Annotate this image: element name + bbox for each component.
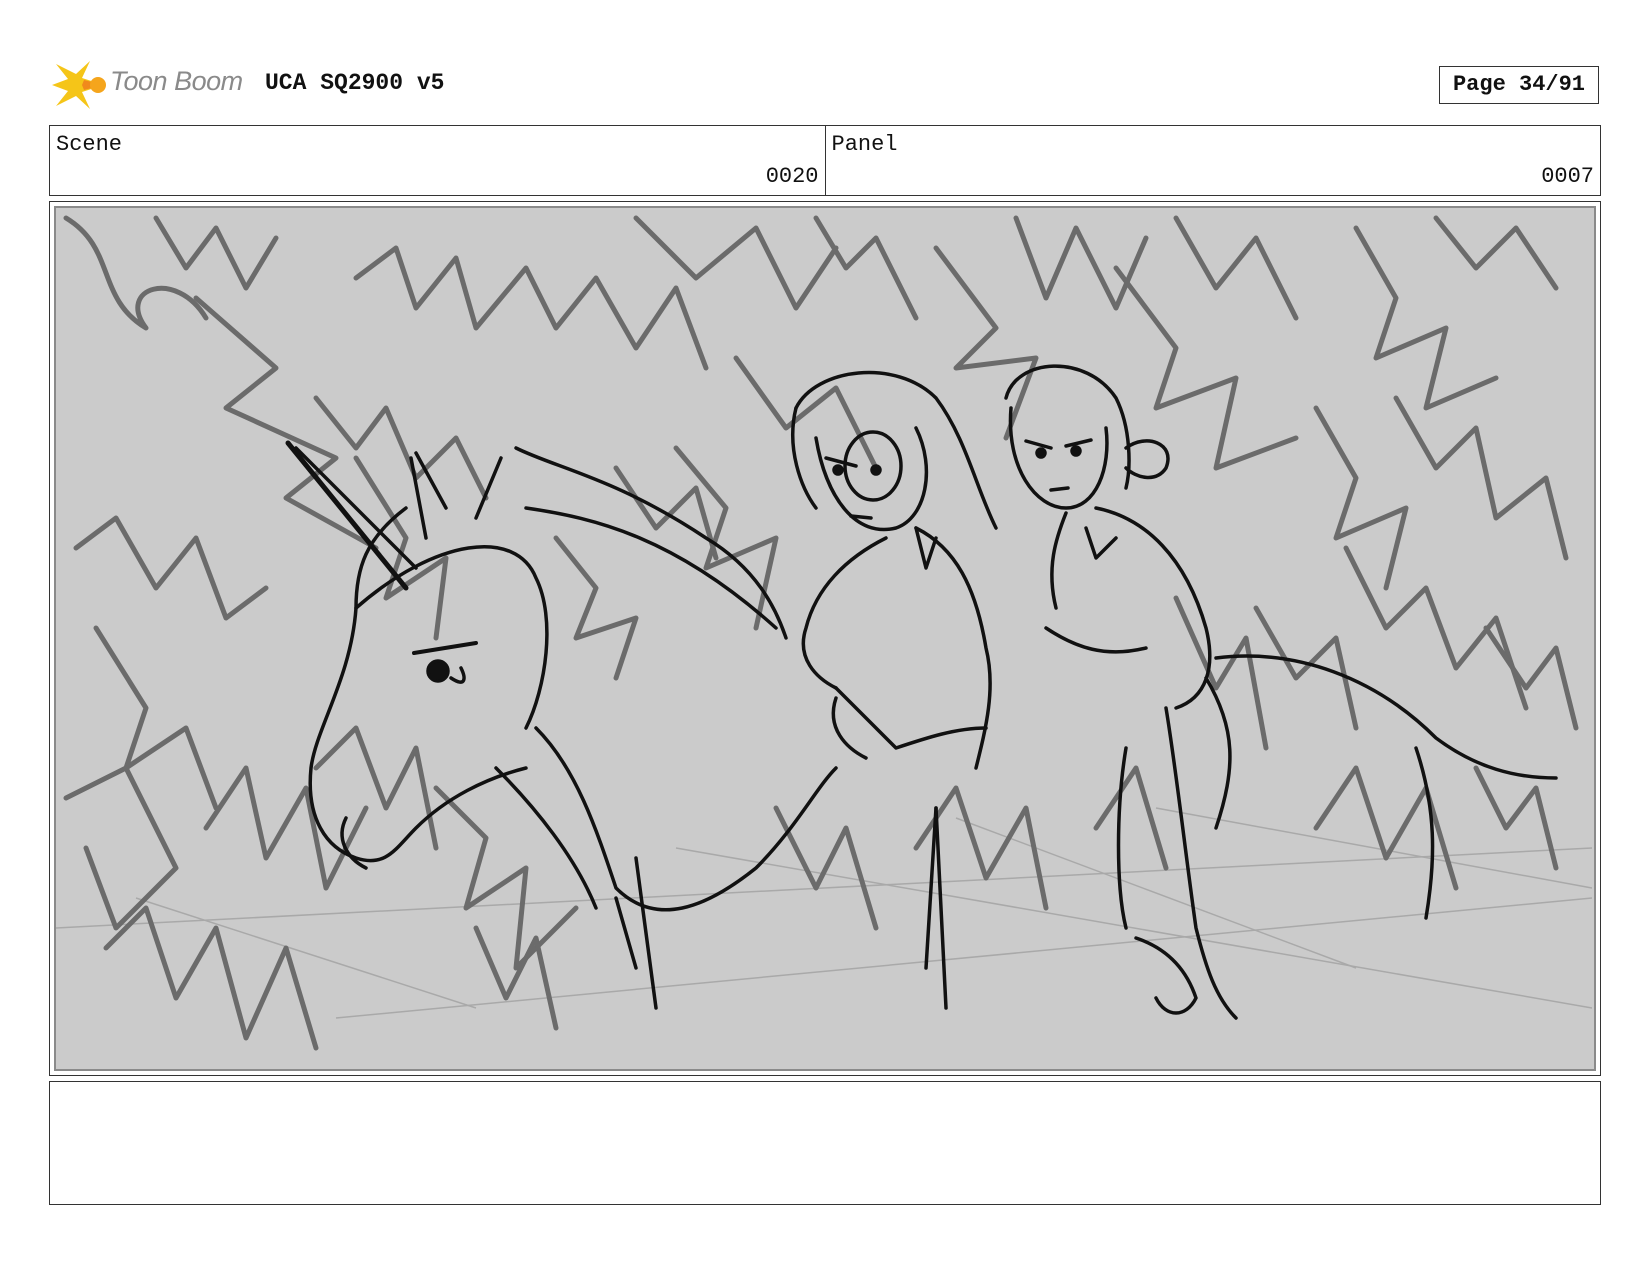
scene-panel-row: Scene 0020 Panel 0007 xyxy=(49,125,1601,196)
rider-one-figure xyxy=(791,370,998,1010)
sketch-drawing xyxy=(56,215,1592,1051)
toon-boom-star-icon xyxy=(52,61,106,109)
page-number: Page 34/91 xyxy=(1439,66,1599,104)
scene-number: 0020 xyxy=(765,164,819,189)
storyboard-panel-frame xyxy=(49,201,1601,1076)
toon-boom-logo: Toon Boom xyxy=(52,58,252,112)
panel-number: 0007 xyxy=(1541,164,1594,189)
scene-label: Scene xyxy=(56,132,123,157)
ground-grid xyxy=(56,807,1592,1019)
panel-label: Panel xyxy=(831,132,898,157)
logo-text: Toon Boom xyxy=(110,66,243,96)
storyboard-sketch xyxy=(54,206,1596,1071)
caption-box xyxy=(49,1081,1601,1205)
document-title: UCA SQ2900 v5 xyxy=(265,70,445,96)
forest-trees xyxy=(63,215,1579,1051)
panel-cell: Panel 0007 xyxy=(824,126,1601,195)
scene-cell: Scene 0020 xyxy=(50,126,825,195)
